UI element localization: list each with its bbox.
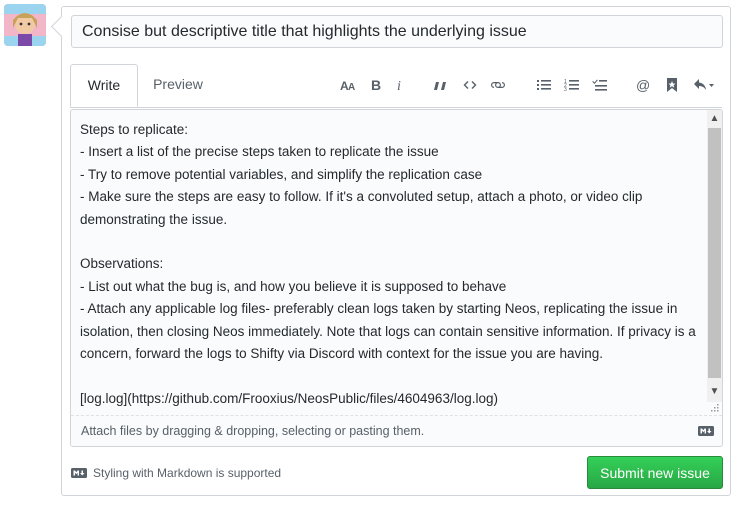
submit-new-issue-button[interactable]: Submit new issue	[587, 456, 723, 489]
italic-icon[interactable]: i	[389, 71, 411, 99]
tab-write[interactable]: Write	[70, 64, 138, 107]
tab-divider	[70, 107, 722, 108]
bulleted-list-icon[interactable]	[533, 71, 555, 99]
markdown-support-note: Styling with Markdown is supported	[71, 466, 281, 480]
svg-text:3: 3	[564, 87, 567, 93]
quote-icon[interactable]	[429, 71, 451, 99]
code-icon[interactable]	[459, 71, 481, 99]
comment-body-textarea[interactable]: Steps to replicate: - Insert a list of t…	[80, 119, 700, 414]
reply-icon[interactable]	[687, 71, 721, 99]
bold-icon[interactable]: B	[365, 71, 387, 99]
scroll-down-arrow[interactable]: ▼	[707, 384, 722, 400]
markdown-note-text[interactable]: Styling with Markdown is supported	[93, 466, 281, 480]
svg-text:A: A	[348, 82, 355, 93]
task-list-icon[interactable]	[589, 71, 611, 99]
editor-scrollbar[interactable]: ▲ ▼	[707, 110, 722, 402]
reference-icon[interactable]	[661, 71, 683, 99]
svg-text:i: i	[397, 79, 401, 93]
resize-grip-icon[interactable]	[711, 404, 719, 412]
mention-icon[interactable]: @	[633, 71, 655, 99]
avatar-image	[4, 4, 46, 46]
svg-text:B: B	[371, 77, 381, 93]
comment-editor[interactable]: Steps to replicate: - Insert a list of t…	[70, 109, 723, 447]
tab-preview[interactable]: Preview	[140, 64, 216, 107]
scroll-up-arrow[interactable]: ▲	[707, 111, 722, 127]
dropzone-label: Attach files by dragging & dropping, sel…	[81, 424, 425, 438]
issue-title-input[interactable]	[71, 15, 723, 48]
issue-form: Write Preview AA B i 123 @	[61, 6, 731, 496]
markdown-icon	[698, 426, 714, 436]
scroll-thumb[interactable]	[708, 128, 721, 378]
numbered-list-icon[interactable]: 123	[561, 71, 583, 99]
markdown-icon	[71, 468, 87, 478]
file-attach-dropzone[interactable]: Attach files by dragging & dropping, sel…	[71, 415, 722, 446]
avatar[interactable]	[4, 4, 46, 46]
svg-text:@: @	[636, 77, 650, 93]
link-icon[interactable]	[487, 71, 509, 99]
text-size-icon[interactable]: AA	[337, 71, 359, 99]
